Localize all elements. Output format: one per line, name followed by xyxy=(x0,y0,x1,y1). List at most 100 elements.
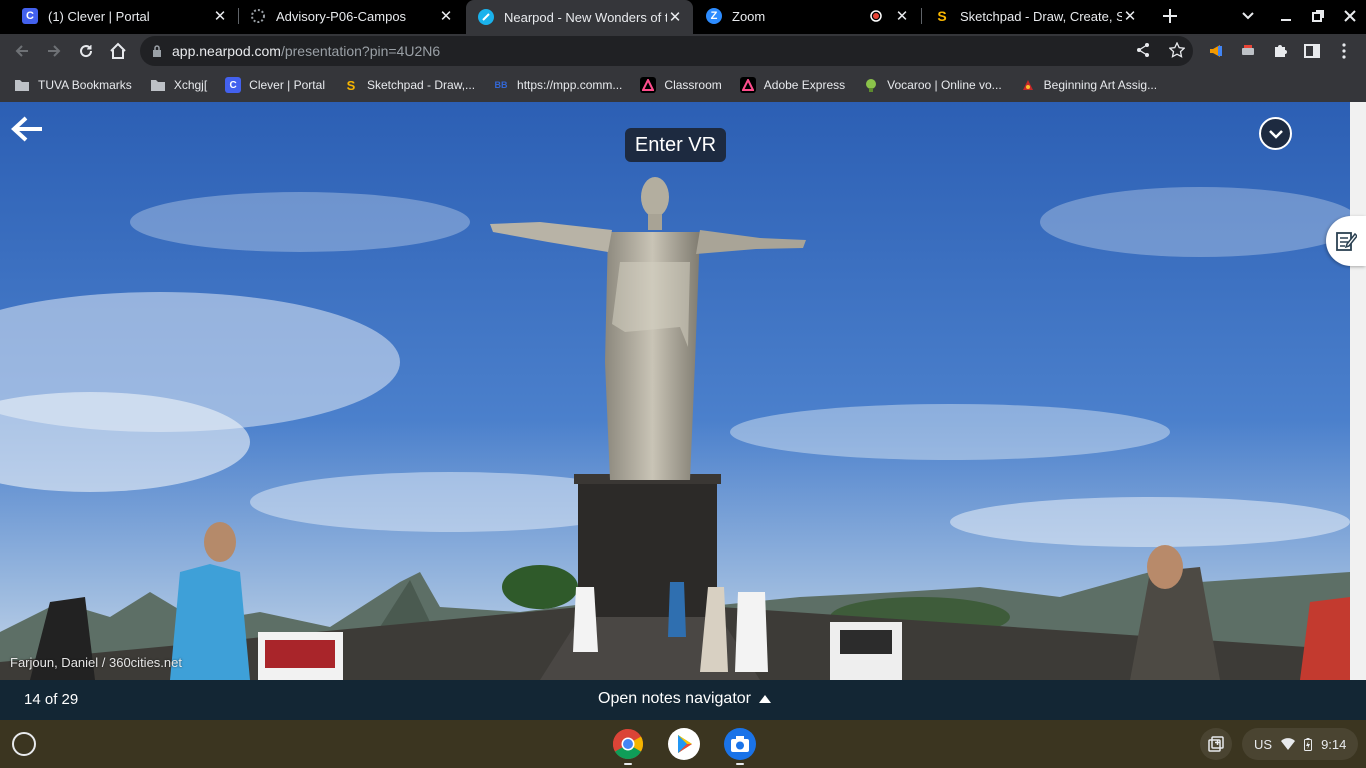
new-tab-button[interactable] xyxy=(1156,0,1184,32)
nearpod-vr-viewer[interactable]: Enter VR Farjoun, Daniel / 360cities.net xyxy=(0,102,1366,680)
bookmark-clever[interactable]: C Clever | Portal xyxy=(225,77,325,93)
tab-sketchpad[interactable]: S Sketchpad - Draw, Create, Sha ✕ xyxy=(922,0,1148,32)
home-button[interactable] xyxy=(104,37,132,65)
side-panel-icon xyxy=(1304,44,1320,58)
extension-button[interactable] xyxy=(1234,37,1262,65)
lock-icon xyxy=(152,45,162,57)
vocaroo-icon xyxy=(863,77,879,93)
system-shelf: US 9:14 xyxy=(0,720,1366,768)
puzzle-icon xyxy=(1275,45,1287,57)
image-credit: Farjoun, Daniel / 360cities.net xyxy=(10,655,182,670)
close-tab-icon[interactable]: ✕ xyxy=(438,8,454,25)
restore-button[interactable] xyxy=(1306,0,1330,32)
bookmark-label: Vocaroo | Online vo... xyxy=(887,78,1002,92)
omnibox-actions xyxy=(1135,42,1185,58)
browser-toolbar: app.nearpod.com/presentation?pin=4U2N6 xyxy=(0,34,1366,68)
running-indicator xyxy=(624,763,632,765)
close-window-button[interactable] xyxy=(1338,0,1362,32)
reload-icon xyxy=(80,45,93,58)
bookmark-star-icon[interactable] xyxy=(1169,42,1185,58)
bookmark-art[interactable]: Beginning Art Assig... xyxy=(1020,77,1157,93)
bookmarks-bar: TUVA Bookmarks Xchgj[ C Clever | Portal … xyxy=(0,68,1366,102)
tab-title: Nearpod - New Wonders of the xyxy=(504,9,667,25)
restore-icon xyxy=(1312,10,1324,22)
wifi-icon xyxy=(1281,738,1296,750)
tab-title: Advisory-P06-Campos xyxy=(276,8,407,24)
bookmark-vocaroo[interactable]: Vocaroo | Online vo... xyxy=(863,77,1002,93)
loading-spinner-icon xyxy=(250,8,266,24)
extension-printer-icon xyxy=(1242,45,1254,55)
tab-strip: C (1) Clever | Portal ✕ Advisory-P06-Cam… xyxy=(0,0,1366,34)
folder-icon xyxy=(14,77,30,93)
bookmark-label: Sketchpad - Draw,... xyxy=(366,78,476,92)
panorama-image[interactable] xyxy=(0,102,1350,680)
url-host: app.nearpod.com xyxy=(172,43,281,59)
tab-zoom[interactable]: Z Zoom ✕ xyxy=(694,0,920,32)
clock: 9:14 xyxy=(1321,736,1347,752)
arrow-left-icon xyxy=(15,45,28,57)
bookmark-label: Classroom xyxy=(664,78,722,92)
side-panel-button[interactable] xyxy=(1298,37,1326,65)
camera-icon[interactable] xyxy=(724,728,756,760)
forward-button[interactable] xyxy=(40,37,68,65)
running-indicator xyxy=(736,763,744,765)
extension-megaphone-icon xyxy=(1210,45,1222,57)
caret-up-icon xyxy=(759,695,771,703)
slide-counter: 14 of 29 xyxy=(24,691,79,708)
back-arrow-button[interactable] xyxy=(10,114,44,144)
tab-search-button[interactable] xyxy=(1236,0,1260,32)
nearpod-bottom-bar: 14 of 29 Open notes navigator xyxy=(0,680,1366,720)
tab-title: Sketchpad - Draw, Create, Sha xyxy=(960,8,1122,24)
status-tray[interactable]: US 9:14 xyxy=(1242,728,1358,760)
home-icon xyxy=(110,42,126,59)
arrow-right-icon xyxy=(48,45,61,57)
recording-icon xyxy=(868,8,884,24)
notepad-icon xyxy=(1336,232,1357,251)
close-tab-icon[interactable]: ✕ xyxy=(1122,8,1138,25)
tab-advisory[interactable]: Advisory-P06-Campos ✕ xyxy=(238,0,464,32)
nearpod-icon xyxy=(478,9,494,25)
bookmark-mpp[interactable]: BB https://mpp.comm... xyxy=(493,77,623,93)
bookmark-label: Beginning Art Assig... xyxy=(1043,78,1158,92)
minimize-button[interactable] xyxy=(1274,0,1298,32)
holding-space-button[interactable] xyxy=(1200,728,1232,760)
clever-icon: C xyxy=(22,8,38,24)
back-button[interactable] xyxy=(8,37,36,65)
arrow-left-icon xyxy=(11,116,42,142)
tab-clever[interactable]: C (1) Clever | Portal ✕ xyxy=(10,0,238,32)
mpp-icon: BB xyxy=(494,80,508,90)
close-tab-icon[interactable]: ✕ xyxy=(894,8,910,25)
keyboard-locale: US xyxy=(1254,736,1273,752)
open-notes-navigator-button[interactable]: Open notes navigator xyxy=(598,690,771,708)
page-scrollbar[interactable] xyxy=(1350,102,1366,680)
sketchpad-icon: S xyxy=(937,8,947,24)
chrome-icon[interactable] xyxy=(612,728,644,760)
bookmark-sketchpad[interactable]: S Sketchpad - Draw,... xyxy=(343,77,475,93)
close-tab-icon[interactable]: ✕ xyxy=(667,9,683,26)
bookmark-folder-tuva[interactable]: TUVA Bookmarks xyxy=(14,77,132,93)
bookmark-adobe-express[interactable]: Adobe Express xyxy=(739,77,846,93)
reload-button[interactable] xyxy=(72,37,100,65)
menu-button[interactable] xyxy=(1330,37,1358,65)
bookmark-folder-xchgj[interactable]: Xchgj[ xyxy=(150,77,207,93)
play-store-icon[interactable] xyxy=(668,728,700,760)
enter-vr-button[interactable]: Enter VR xyxy=(625,128,726,162)
extension-button[interactable] xyxy=(1202,37,1230,65)
close-tab-icon[interactable]: ✕ xyxy=(212,8,228,25)
bookmark-label: Clever | Portal xyxy=(249,78,325,92)
launcher-button[interactable] xyxy=(12,732,36,756)
plus-icon xyxy=(1163,9,1177,23)
bookmark-classroom[interactable]: Classroom xyxy=(640,77,722,93)
address-bar[interactable]: app.nearpod.com/presentation?pin=4U2N6 xyxy=(140,36,1193,66)
bookmark-label: Adobe Express xyxy=(763,78,846,92)
adobe-icon xyxy=(739,77,756,93)
collapse-button[interactable] xyxy=(1259,117,1292,150)
clever-icon: C xyxy=(225,77,242,93)
sketchpad-icon: S xyxy=(346,77,356,93)
extensions-button[interactable] xyxy=(1266,37,1294,65)
close-icon xyxy=(1344,10,1356,22)
share-icon[interactable] xyxy=(1135,42,1151,58)
tab-nearpod[interactable]: Nearpod - New Wonders of the ✕ xyxy=(466,0,693,34)
minimize-icon xyxy=(1281,19,1291,21)
bookmark-label: https://mpp.comm... xyxy=(517,78,623,92)
